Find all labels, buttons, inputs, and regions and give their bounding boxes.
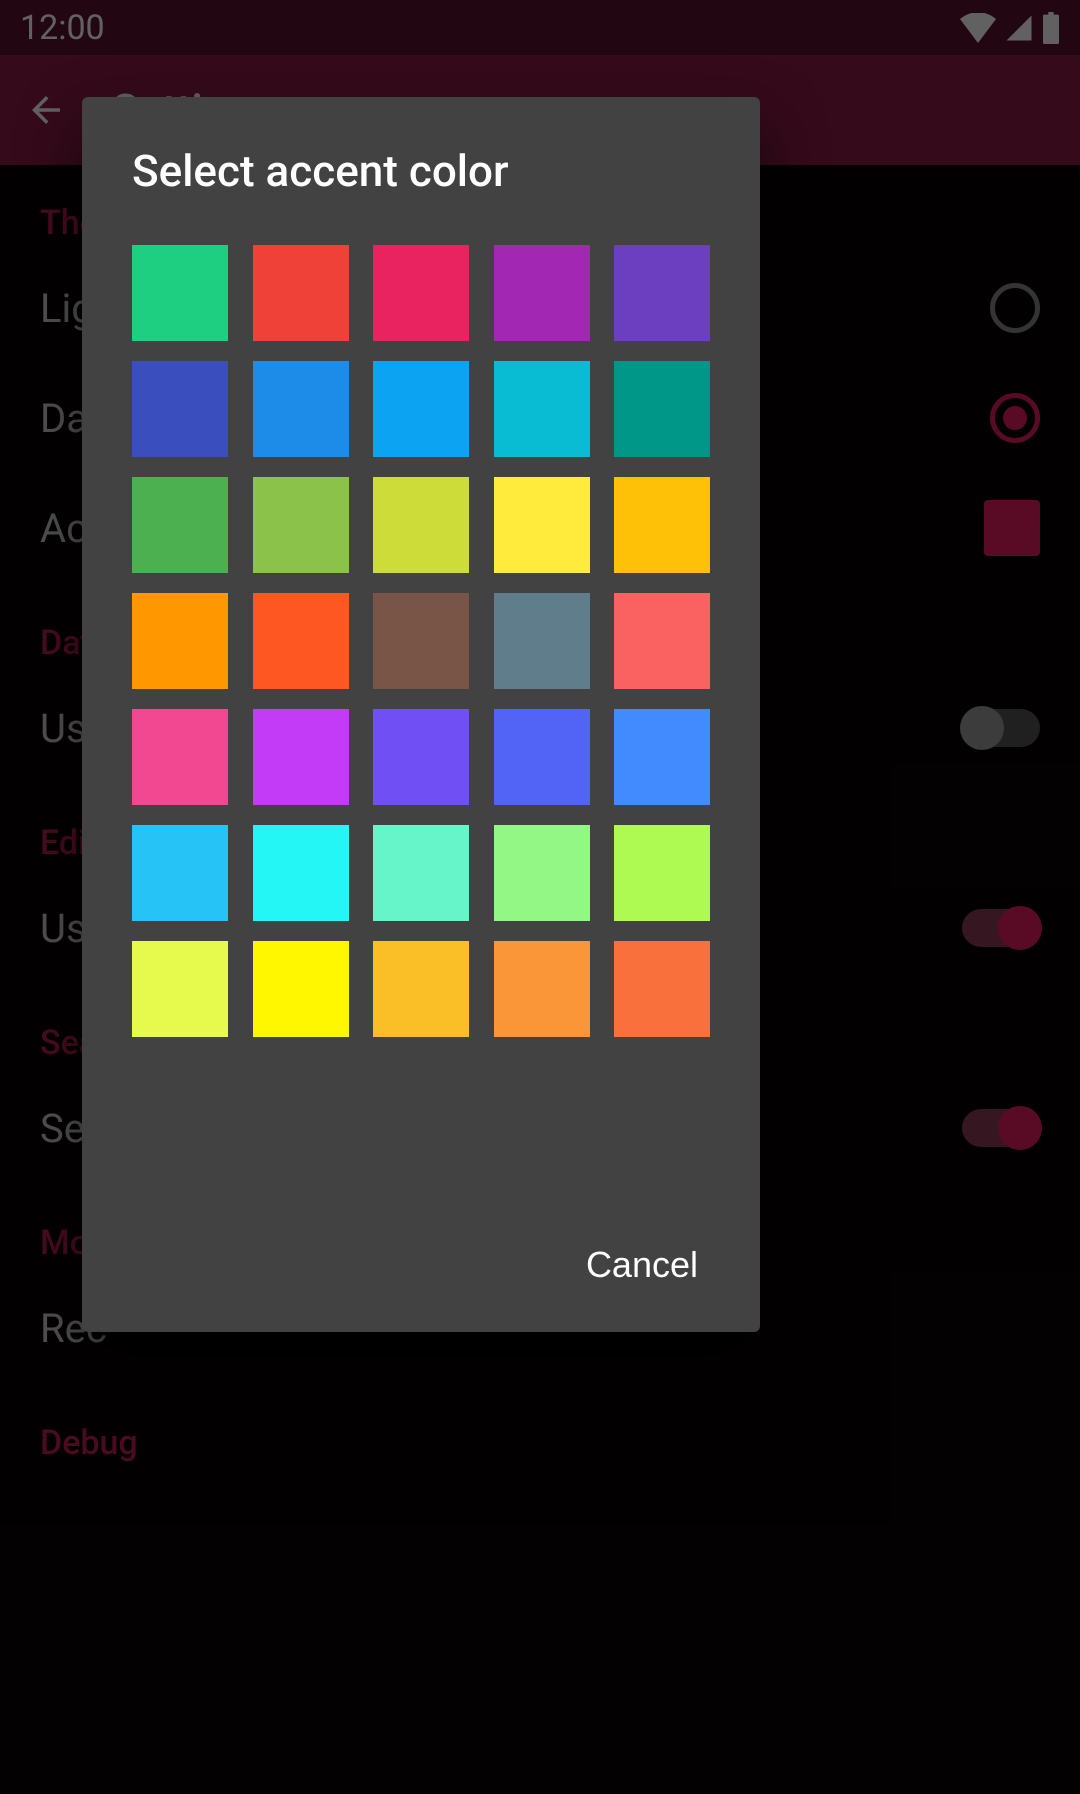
color-grid (132, 245, 710, 1037)
color-swatch-16[interactable] (253, 593, 349, 689)
color-swatch-18[interactable] (494, 593, 590, 689)
status-time: 12:00 (20, 8, 105, 48)
color-swatch-24[interactable] (614, 709, 710, 805)
color-swatch-26[interactable] (253, 825, 349, 921)
cell-signal-icon (1004, 13, 1034, 43)
status-icons (960, 12, 1060, 44)
color-swatch-5[interactable] (132, 361, 228, 457)
color-swatch-14[interactable] (614, 477, 710, 573)
section-header-debug: Debug (40, 1423, 1040, 1463)
color-swatch-34[interactable] (614, 941, 710, 1037)
back-arrow-icon[interactable] (25, 89, 67, 131)
color-swatch-20[interactable] (132, 709, 228, 805)
wifi-icon (960, 13, 996, 43)
color-swatch-21[interactable] (253, 709, 349, 805)
color-swatch-15[interactable] (132, 593, 228, 689)
editor-switch[interactable] (962, 909, 1040, 947)
data-switch[interactable] (962, 709, 1040, 747)
color-swatch-33[interactable] (494, 941, 590, 1037)
cancel-button[interactable]: Cancel (574, 1228, 710, 1302)
color-swatch-7[interactable] (373, 361, 469, 457)
color-swatch-22[interactable] (373, 709, 469, 805)
dialog-title: Select accent color (132, 145, 710, 197)
radio-dark[interactable] (990, 393, 1040, 443)
color-swatch-0[interactable] (132, 245, 228, 341)
color-swatch-1[interactable] (253, 245, 349, 341)
color-swatch-12[interactable] (373, 477, 469, 573)
color-swatch-32[interactable] (373, 941, 469, 1037)
color-swatch-3[interactable] (494, 245, 590, 341)
color-swatch-28[interactable] (494, 825, 590, 921)
color-swatch-19[interactable] (614, 593, 710, 689)
search-switch[interactable] (962, 1109, 1040, 1147)
accent-color-swatch (984, 500, 1040, 556)
color-swatch-17[interactable] (373, 593, 469, 689)
color-swatch-6[interactable] (253, 361, 349, 457)
radio-light[interactable] (990, 283, 1040, 333)
color-swatch-25[interactable] (132, 825, 228, 921)
color-swatch-31[interactable] (253, 941, 349, 1037)
color-swatch-30[interactable] (132, 941, 228, 1037)
color-swatch-4[interactable] (614, 245, 710, 341)
color-swatch-27[interactable] (373, 825, 469, 921)
color-swatch-13[interactable] (494, 477, 590, 573)
color-swatch-23[interactable] (494, 709, 590, 805)
color-swatch-10[interactable] (132, 477, 228, 573)
status-bar: 12:00 (0, 0, 1080, 55)
color-swatch-2[interactable] (373, 245, 469, 341)
color-swatch-8[interactable] (494, 361, 590, 457)
color-picker-dialog: Select accent color Cancel (82, 97, 760, 1332)
color-swatch-9[interactable] (614, 361, 710, 457)
color-swatch-29[interactable] (614, 825, 710, 921)
color-swatch-11[interactable] (253, 477, 349, 573)
battery-icon (1042, 12, 1060, 44)
